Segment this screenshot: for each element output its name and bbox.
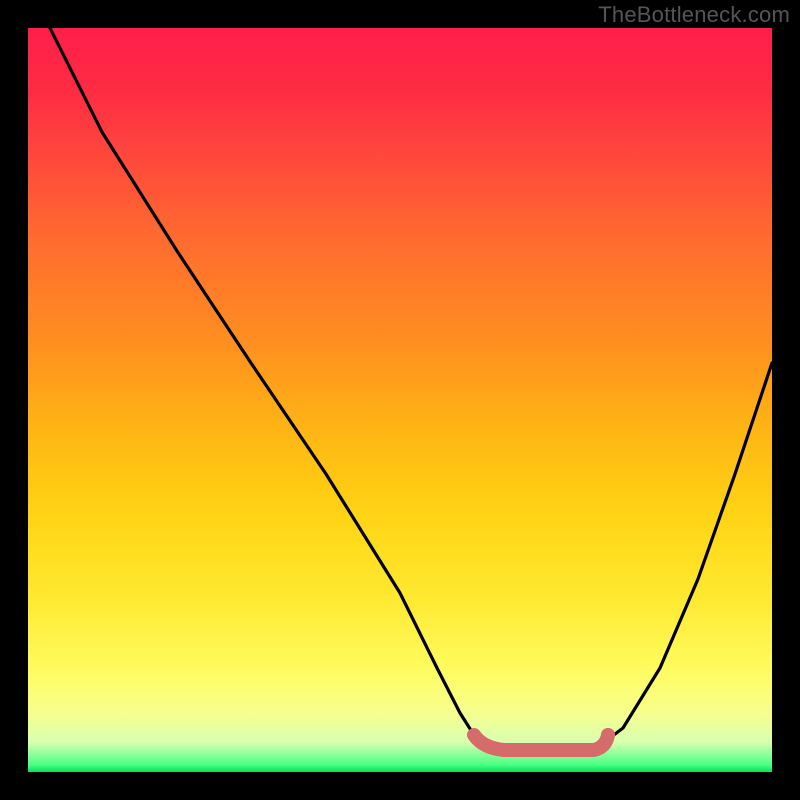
optimal-range-marker [474, 735, 608, 750]
watermark-text: TheBottleneck.com [598, 2, 790, 28]
chart-container: TheBottleneck.com [0, 0, 800, 800]
bottleneck-curve [50, 28, 772, 750]
curve-layer [28, 28, 772, 772]
optimal-range-end-dot [601, 728, 615, 742]
plot-area [28, 28, 772, 772]
